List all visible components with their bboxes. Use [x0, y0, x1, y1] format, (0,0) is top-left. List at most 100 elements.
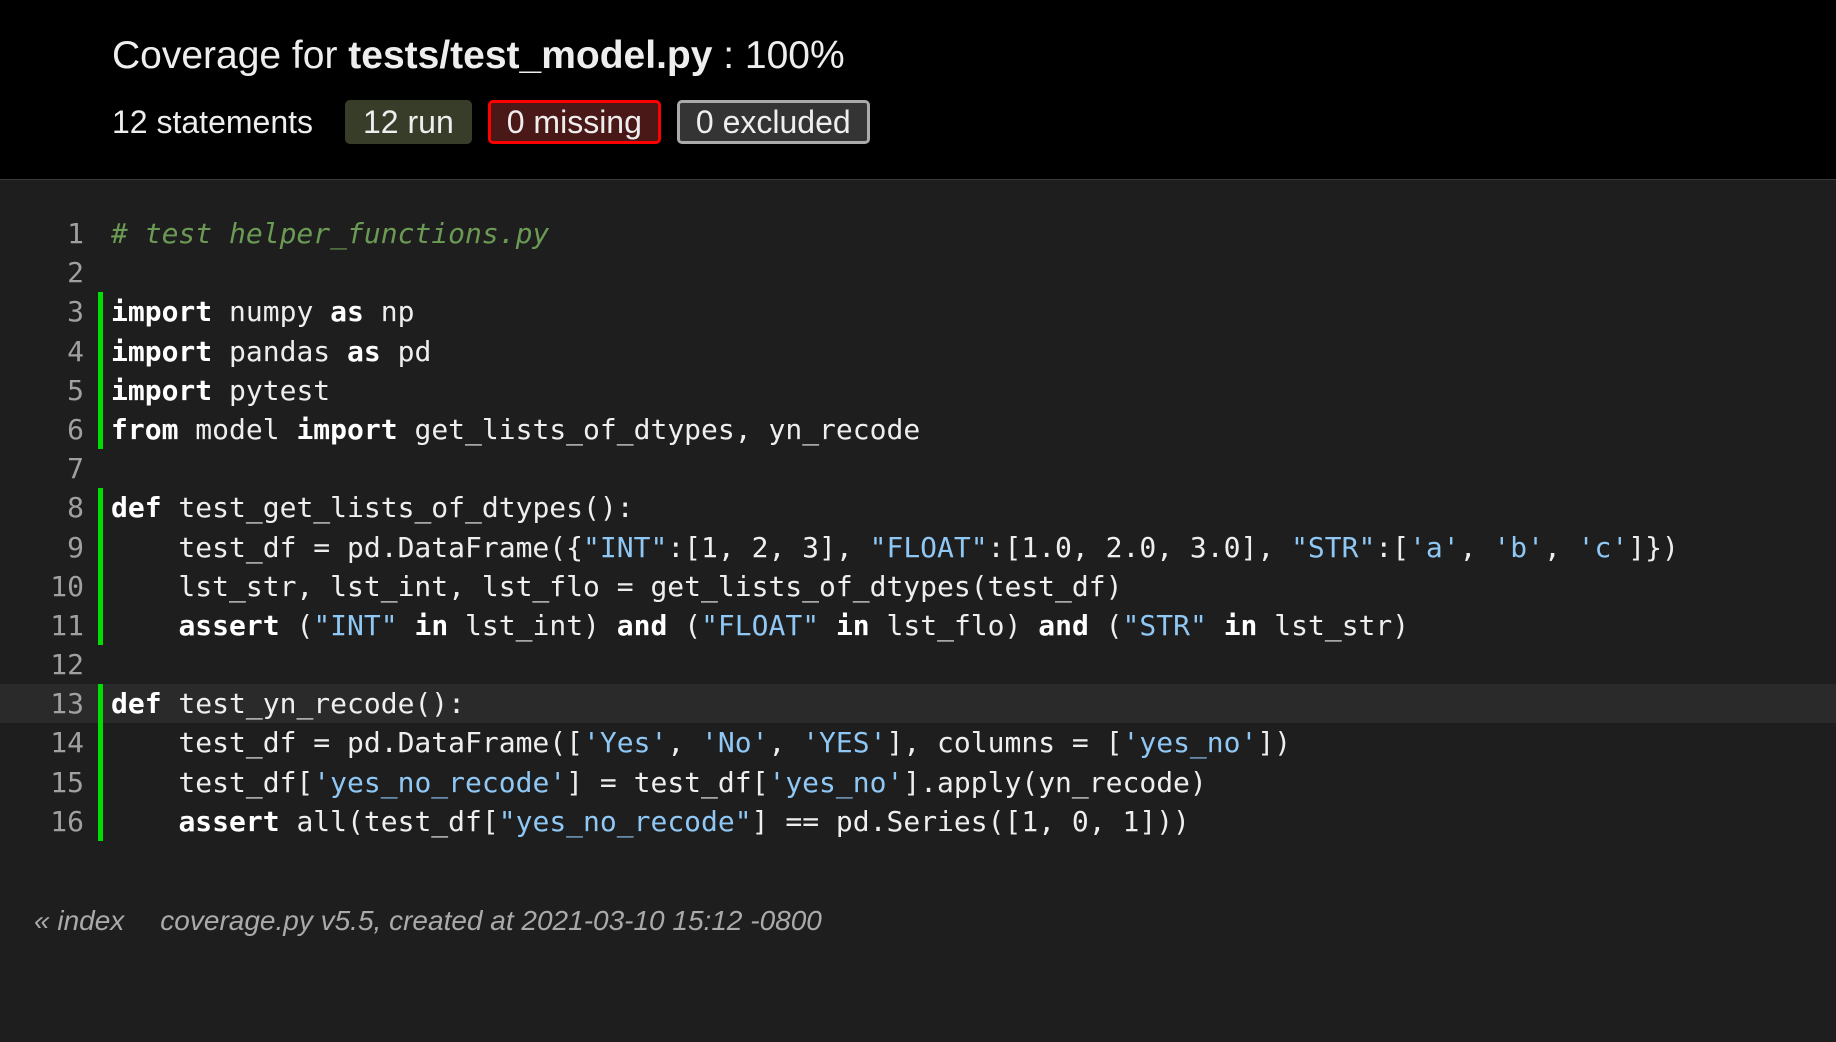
keyword-token: import: [296, 412, 398, 446]
code-token: get_lists_of_dtypes, yn_recode: [397, 412, 921, 446]
run-marker: [98, 331, 103, 371]
source-line: 14 test_df = pd.DataFrame(['Yes', 'No', …: [0, 723, 1836, 763]
code-token: (: [1088, 608, 1123, 642]
code-text: assert ("INT" in lst_int) and ("FLOAT" i…: [111, 606, 1409, 645]
source-line: 1 # test helper_functions.py: [0, 214, 1836, 253]
string-token: 'YES': [802, 726, 887, 760]
run-marker: [98, 370, 103, 410]
code-token: ,: [667, 726, 702, 760]
source-line: 11 assert ("INT" in lst_int) and ("FLOAT…: [0, 605, 1836, 646]
run-marker: [98, 566, 103, 606]
run-marker: [98, 292, 103, 332]
statements-count: 12 statements: [112, 103, 313, 140]
code-token: (: [667, 608, 702, 642]
code-text: lst_str, lst_int, lst_flo = get_lists_of…: [111, 567, 1122, 606]
code-token: :[1.0, 2.0, 3.0],: [987, 530, 1292, 564]
run-marker: [98, 605, 103, 646]
code-token: ]): [1257, 726, 1292, 760]
missing-toggle-button[interactable]: 0 missing: [487, 100, 661, 144]
string-token: "STR": [1291, 530, 1376, 564]
keyword-token: from: [111, 412, 179, 446]
keyword-token: and: [1038, 608, 1089, 642]
string-token: 'yes_no': [1122, 726, 1258, 760]
keyword-token: import: [111, 334, 213, 368]
line-number[interactable]: 15: [20, 763, 84, 802]
run-marker: [98, 488, 103, 528]
keyword-token: import: [111, 295, 213, 329]
keyword-token: in: [835, 608, 870, 642]
title-percent: : 100%: [712, 34, 845, 77]
run-marker: [98, 723, 103, 763]
keyword-token: as: [347, 334, 381, 368]
created-info: coverage.py v5.5, created at 2021-03-10 …: [160, 905, 822, 936]
line-number[interactable]: 6: [20, 410, 84, 449]
code-token: lst_int): [448, 608, 617, 642]
source-listing: 1 # test helper_functions.py 2 3 import nump…: [0, 214, 1836, 841]
code-token: ].apply(yn_recode): [903, 765, 1207, 799]
code-text: test_df = pd.DataFrame({"INT":[1, 2, 3],…: [111, 528, 1679, 567]
code-token: :[1, 2, 3],: [667, 530, 870, 564]
string-token: 'b': [1493, 530, 1544, 564]
code-token: numpy: [212, 295, 331, 329]
line-number[interactable]: 3: [20, 292, 84, 331]
code-text: def test_yn_recode():: [111, 684, 465, 723]
code-token: ] == pd.Series([1, 0, 1])): [751, 804, 1190, 838]
line-number[interactable]: 8: [20, 488, 84, 527]
code-token: lst_str): [1257, 608, 1410, 642]
line-number[interactable]: 2: [20, 253, 84, 292]
index-link[interactable]: « index: [34, 905, 124, 936]
source-line: 2: [0, 253, 1836, 292]
line-number[interactable]: 10: [20, 567, 84, 606]
run-toggle-button[interactable]: 12 run: [345, 100, 472, 144]
code-text: test_df = pd.DataFrame(['Yes', 'No', 'YE…: [111, 723, 1291, 762]
code-text: # test helper_functions.py: [111, 214, 549, 253]
line-number[interactable]: 14: [20, 723, 84, 762]
string-token: 'a': [1409, 530, 1460, 564]
code-token: np: [363, 295, 415, 329]
line-number[interactable]: 16: [20, 802, 84, 841]
line-number[interactable]: 5: [20, 371, 84, 410]
source-line: 7: [0, 449, 1836, 488]
code-token: ,: [1543, 530, 1578, 564]
code-token: ], columns = [: [886, 726, 1123, 760]
line-number[interactable]: 1: [20, 214, 84, 253]
keyword-token: and: [616, 608, 668, 642]
code-token: pandas: [212, 334, 348, 368]
run-marker: [98, 762, 103, 802]
code-token: ] = test_df[: [566, 765, 769, 799]
source-line: 4 import pandas as pd: [0, 331, 1836, 371]
code-token: ]}): [1628, 530, 1679, 564]
string-token: "INT": [583, 530, 668, 564]
keyword-token: import: [111, 373, 213, 407]
string-token: 'yes_no': [768, 765, 904, 799]
string-token: "FLOAT": [869, 530, 988, 564]
source-line: 13 def test_yn_recode():: [0, 684, 1836, 724]
code-token: pd: [380, 334, 432, 368]
keyword-token: assert: [178, 608, 280, 642]
comment-token: # test helper_functions.py: [111, 217, 550, 250]
line-number[interactable]: 4: [20, 332, 84, 371]
line-number[interactable]: 12: [20, 645, 84, 684]
string-token: 'yes_no_recode': [313, 765, 567, 799]
line-number[interactable]: 7: [20, 449, 84, 488]
keyword-token: in: [1223, 608, 1258, 642]
source-line: 15 test_df['yes_no_recode'] = test_df['y…: [0, 762, 1836, 802]
stats-bar: 12 statements 12 run 0 missing 0 exclude…: [112, 96, 886, 148]
line-number[interactable]: 11: [20, 606, 84, 645]
source-line: 12: [0, 645, 1836, 684]
string-token: 'c': [1577, 530, 1629, 564]
code-token: lst_str, lst_int, lst_flo = get_lists_of…: [111, 569, 1123, 603]
code-token: all(test_df[: [279, 804, 499, 838]
line-number[interactable]: 13: [20, 684, 84, 723]
keyword-token: in: [414, 608, 449, 642]
excluded-toggle-button[interactable]: 0 excluded: [676, 100, 870, 144]
source-line: 16 assert all(test_df["yes_no_recode"] =…: [0, 801, 1836, 841]
line-number[interactable]: 9: [20, 528, 84, 567]
code-token: test_df = pd.DataFrame([: [111, 726, 584, 760]
string-token: "FLOAT": [701, 608, 820, 642]
code-token: lst_flo): [869, 608, 1039, 642]
